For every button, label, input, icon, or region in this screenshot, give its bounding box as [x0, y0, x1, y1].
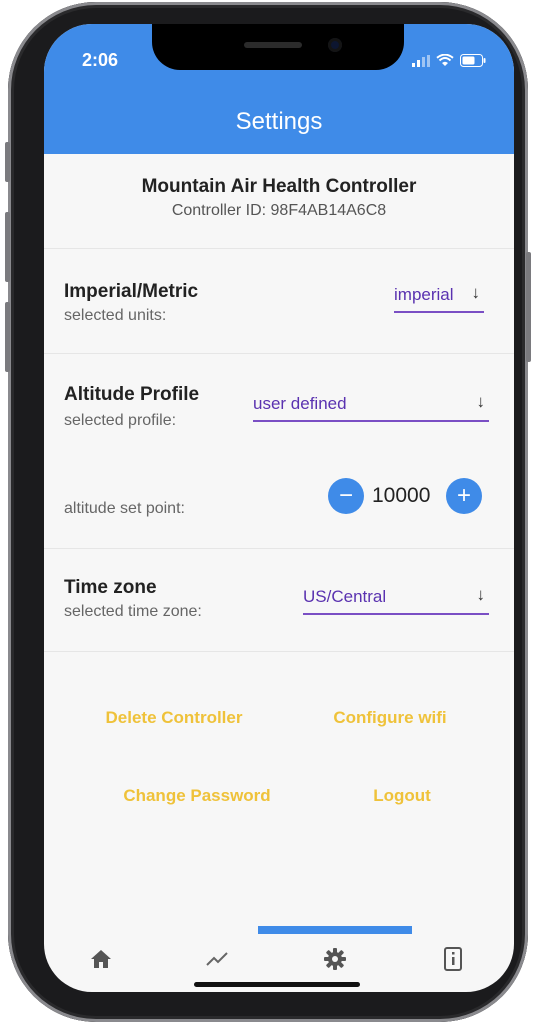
altitude-profile-dropdown[interactable]: user defined ↓ [253, 390, 489, 422]
timezone-section: Time zone selected time zone: US/Central… [44, 549, 514, 652]
arrow-down-icon: ↓ [476, 585, 486, 604]
status-time: 2:06 [82, 50, 119, 70]
gear-icon [324, 948, 346, 970]
battery-icon [460, 54, 486, 67]
home-indicator [194, 982, 360, 987]
wifi-icon [436, 54, 454, 66]
altitude-dropdown-value: user defined [253, 394, 347, 413]
timezone-subtitle: selected time zone: [64, 603, 202, 620]
units-dropdown[interactable]: imperial ↓ [394, 281, 484, 313]
decrement-button[interactable]: − [328, 478, 364, 514]
front-camera [328, 38, 342, 52]
trend-chart-icon [206, 952, 228, 966]
power-button [526, 252, 531, 362]
units-section: Imperial/Metric selected units: imperial… [44, 249, 514, 354]
nav-settings[interactable] [320, 944, 350, 974]
units-subtitle: selected units: [64, 307, 167, 324]
nav-home[interactable] [86, 944, 116, 974]
units-dropdown-value: imperial [394, 285, 454, 304]
units-title: Imperial/Metric [64, 281, 199, 302]
nav-info[interactable] [438, 944, 468, 974]
nav-trends[interactable] [202, 944, 232, 974]
controller-id: Controller ID: 98F4AB14A6C8 [171, 202, 387, 219]
altitude-title: Altitude Profile [64, 384, 200, 405]
controller-name: Mountain Air Health Controller [141, 176, 417, 197]
info-icon [444, 947, 462, 971]
altitude-set-point-value: 10000 [372, 484, 431, 507]
logout-button[interactable]: Logout [358, 786, 446, 806]
altitude-set-point-label: altitude set point: [64, 500, 185, 517]
configure-wifi-button[interactable]: Configure wifi [314, 708, 466, 728]
silent-switch [5, 142, 10, 182]
altitude-subtitle: selected profile: [64, 412, 177, 429]
timezone-dropdown-value: US/Central [303, 587, 387, 606]
app-bar: 2:06 Settings [44, 24, 514, 154]
arrow-down-icon: ↓ [476, 392, 486, 411]
screen: 2:06 Settings Mountain Air Health Contro… [44, 24, 514, 992]
signal-icon [412, 54, 430, 67]
increment-button[interactable]: + [446, 478, 482, 514]
notch [152, 24, 404, 70]
speaker-grille [244, 42, 302, 48]
controller-header: Mountain Air Health Controller Controlle… [44, 154, 514, 249]
page-title: Settings [235, 108, 323, 135]
home-icon [91, 950, 111, 968]
altitude-section: Altitude Profile selected profile: user … [44, 354, 514, 549]
volume-up-button [5, 212, 10, 282]
delete-controller-button[interactable]: Delete Controller [84, 708, 264, 728]
timezone-dropdown[interactable]: US/Central ↓ [303, 583, 489, 615]
selected-tab-indicator [258, 926, 412, 934]
arrow-down-icon: ↓ [471, 283, 481, 302]
status-icons [412, 54, 486, 67]
change-password-button[interactable]: Change Password [104, 786, 290, 806]
timezone-title: Time zone [64, 577, 157, 598]
volume-down-button [5, 302, 10, 372]
